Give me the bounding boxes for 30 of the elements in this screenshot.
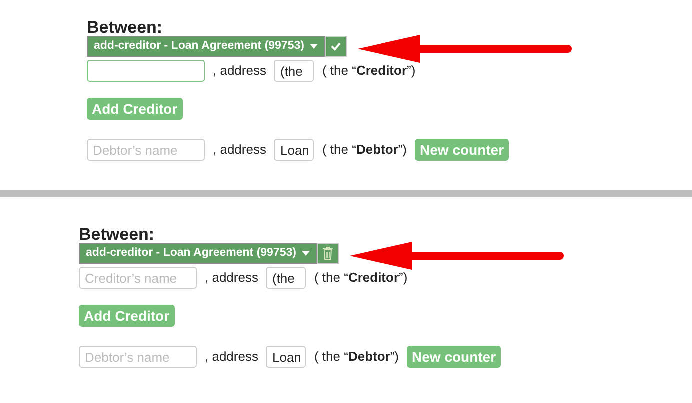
caret-icon — [302, 251, 310, 256]
section-heading: Between: — [87, 20, 164, 36]
section-heading: Between: — [79, 227, 156, 243]
creditor-name-field[interactable]: Creditor’s name — [79, 267, 197, 289]
caret-icon — [310, 44, 318, 49]
new-counter-button[interactable]: New counter — [415, 139, 510, 161]
creditor-name-field[interactable] — [87, 60, 205, 82]
address-label: , address — [205, 348, 258, 366]
role-text: ( the “Creditor”) — [314, 269, 408, 288]
add-creditor-button[interactable]: Add Creditor — [87, 98, 183, 120]
role-text: ( the “Debtor”) — [314, 348, 400, 366]
address-field[interactable]: (the — [274, 60, 314, 82]
address-field[interactable]: (the — [266, 267, 306, 289]
template-selector[interactable]: add-creditor - Loan Agreement (99753) — [87, 36, 326, 57]
address-label: , address — [213, 141, 266, 160]
debtor-name-field[interactable]: Debtor’s name — [87, 139, 205, 161]
check-button[interactable] — [325, 36, 348, 57]
add-creditor-button[interactable]: Add Creditor — [79, 305, 175, 327]
role-text: ( the “Debtor”) — [322, 141, 408, 160]
address-field[interactable]: Loan — [274, 139, 314, 161]
role-text: ( the “Creditor”) — [322, 62, 416, 80]
trash-button[interactable] — [317, 243, 340, 264]
address-label: , address — [205, 269, 258, 288]
address-label: , address — [213, 62, 266, 80]
new-counter-button[interactable]: New counter — [407, 346, 502, 368]
template-selector[interactable]: add-creditor - Loan Agreement (99753) — [79, 243, 318, 264]
check-icon — [331, 42, 342, 51]
debtor-name-field[interactable]: Debtor’s name — [79, 346, 197, 368]
address-field[interactable]: Loan — [266, 346, 306, 368]
trash-icon — [323, 247, 334, 260]
